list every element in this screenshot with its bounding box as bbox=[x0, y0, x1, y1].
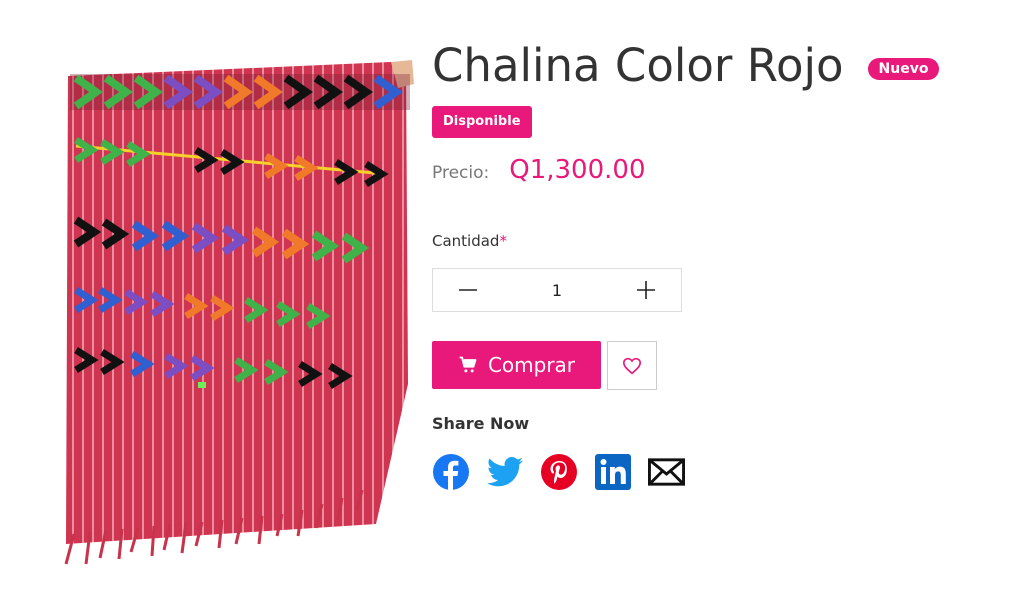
minus-icon bbox=[459, 289, 477, 291]
woven-scarf-image bbox=[64, 60, 414, 565]
quantity-stepper: 1 bbox=[432, 268, 682, 312]
increment-button[interactable] bbox=[611, 269, 681, 311]
twitter-share-button[interactable] bbox=[486, 453, 523, 490]
product-image bbox=[46, 54, 416, 574]
price-label: Precio: bbox=[432, 163, 490, 183]
price-value: Q1,300.00 bbox=[509, 155, 646, 185]
facebook-share-button[interactable] bbox=[432, 453, 469, 490]
new-badge: Nuevo bbox=[867, 58, 940, 80]
pinterest-share-button[interactable] bbox=[540, 453, 577, 490]
pinterest-icon bbox=[540, 453, 577, 490]
twitter-icon bbox=[486, 456, 523, 486]
availability-badge: Disponible bbox=[432, 106, 532, 138]
price-row: Precio: Q1,300.00 bbox=[432, 155, 645, 185]
product-details: Chalina Color Rojo Nuevo Disponible Prec… bbox=[432, 0, 992, 590]
buy-button-label: Comprar bbox=[487, 353, 576, 377]
linkedin-icon bbox=[594, 453, 631, 490]
title-row: Chalina Color Rojo Nuevo bbox=[432, 39, 940, 92]
share-icons bbox=[432, 453, 702, 490]
email-share-button[interactable] bbox=[648, 453, 685, 490]
required-mark: * bbox=[499, 232, 507, 250]
wishlist-button[interactable] bbox=[607, 341, 657, 390]
quantity-label-text: Cantidad bbox=[432, 232, 500, 250]
buy-button[interactable]: Comprar bbox=[432, 341, 601, 389]
product-title: Chalina Color Rojo bbox=[432, 39, 844, 92]
quantity-value[interactable]: 1 bbox=[552, 281, 562, 300]
quantity-label: Cantidad* bbox=[432, 232, 507, 250]
linkedin-share-button[interactable] bbox=[594, 453, 631, 490]
heart-icon bbox=[622, 357, 642, 374]
cart-icon bbox=[459, 356, 477, 373]
plus-icon bbox=[637, 281, 655, 299]
decrement-button[interactable] bbox=[433, 269, 503, 311]
share-label: Share Now bbox=[432, 414, 530, 433]
facebook-icon bbox=[432, 453, 469, 490]
email-icon bbox=[648, 457, 685, 486]
